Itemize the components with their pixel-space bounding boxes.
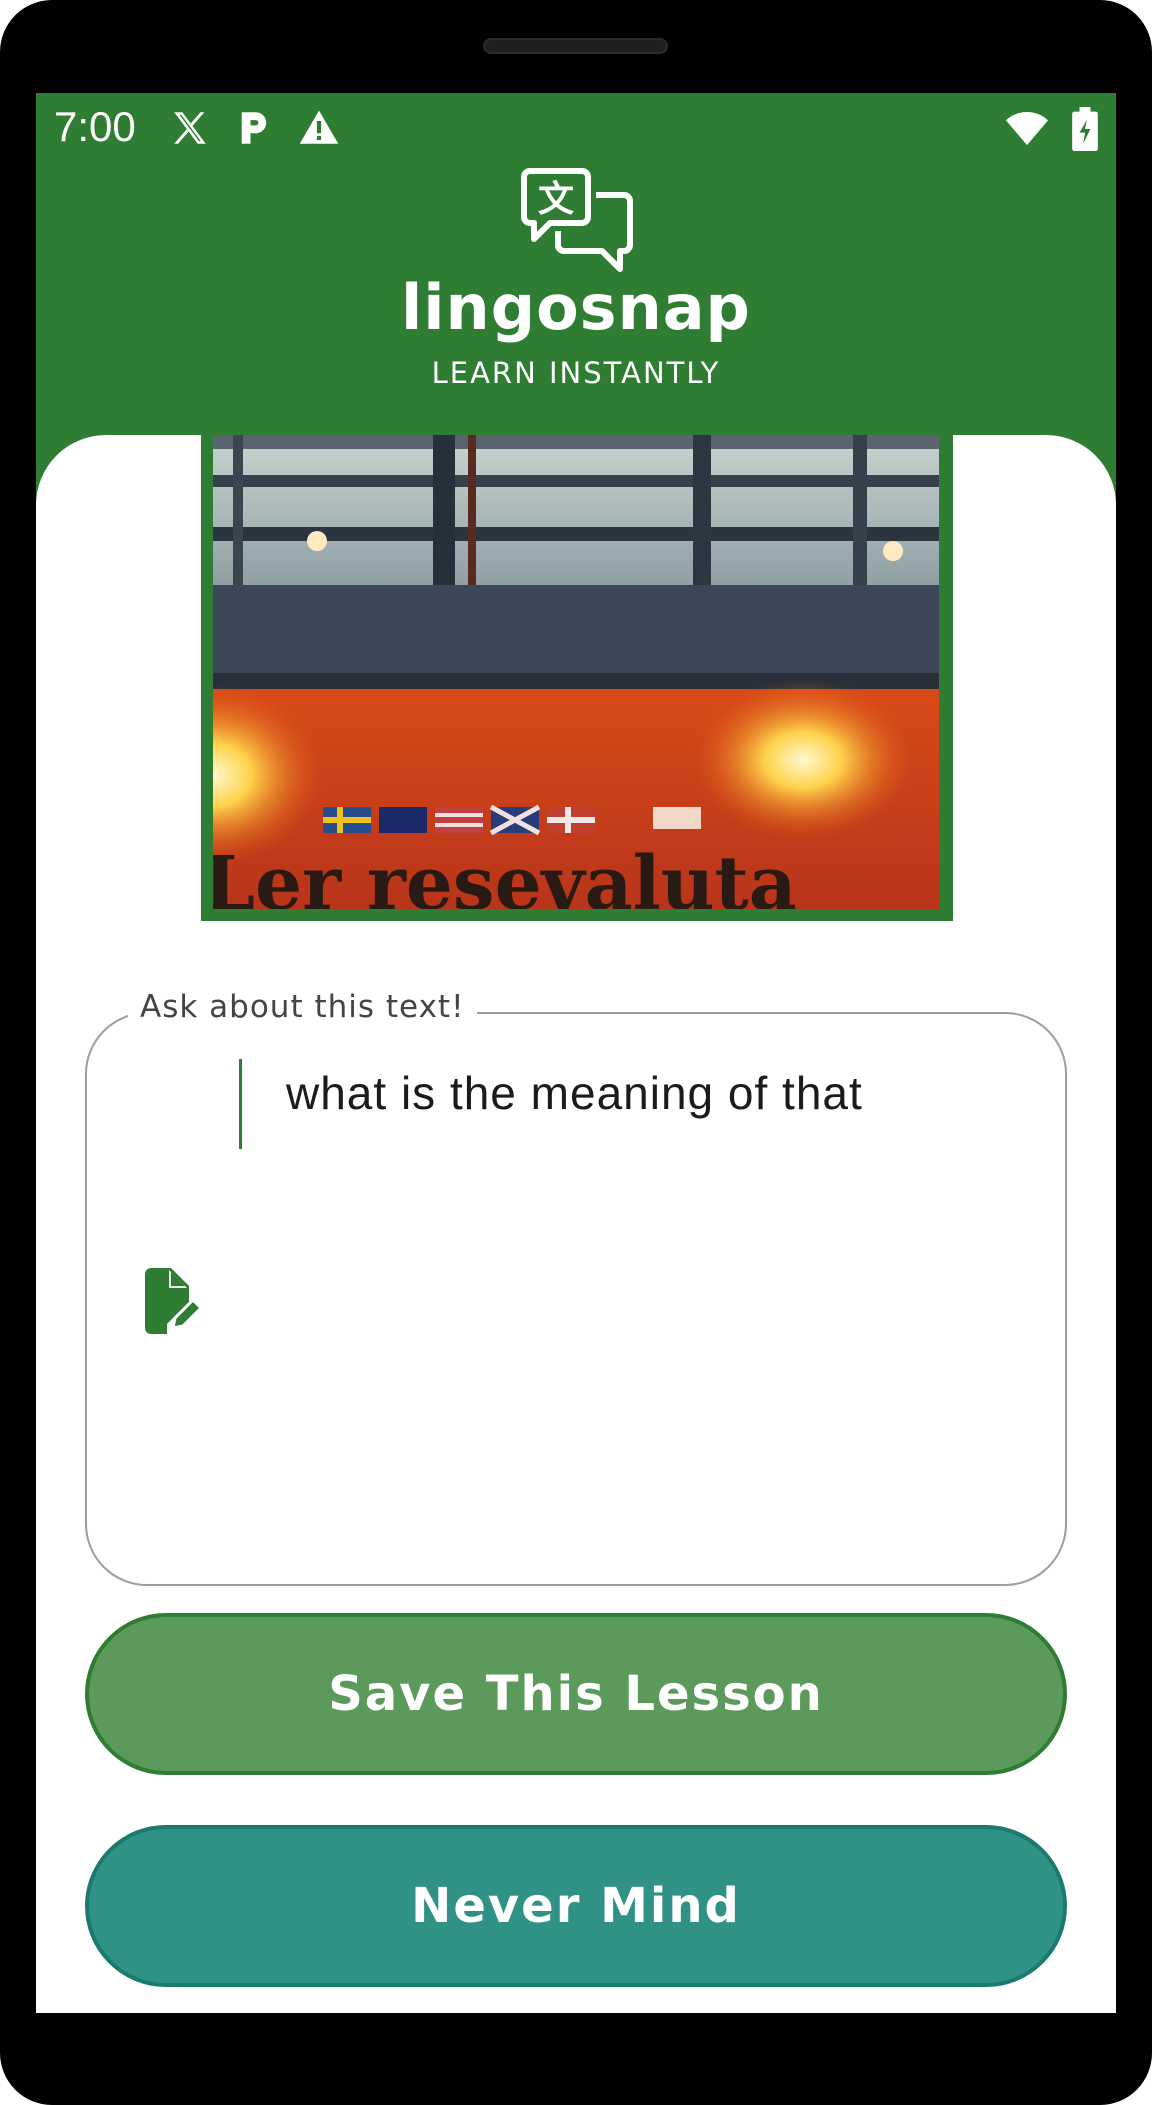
warning-icon bbox=[299, 110, 339, 144]
question-field-label: Ask about this text! bbox=[128, 989, 477, 1025]
battery-charging-icon bbox=[1072, 107, 1098, 151]
translate-chat-bubbles-icon: 文 bbox=[521, 168, 633, 272]
captured-photo-image: Ler resevaluta bbox=[213, 435, 939, 909]
x-logo-icon bbox=[174, 112, 206, 144]
earpiece-speaker bbox=[483, 38, 668, 54]
wifi-icon bbox=[1006, 111, 1048, 146]
parking-icon bbox=[241, 112, 267, 144]
question-input-text[interactable]: what is the meaning of that bbox=[286, 1066, 863, 1120]
brand-name: lingosnap bbox=[401, 271, 751, 344]
never-mind-button[interactable]: Never Mind bbox=[85, 1825, 1067, 1987]
phone-frame: 7:00 文 lingosnap LEARN INSTANTLY Ler res… bbox=[0, 0, 1152, 2105]
text-cursor bbox=[239, 1059, 242, 1149]
photo-scene: Ler resevaluta bbox=[213, 435, 939, 909]
save-lesson-button[interactable]: Save This Lesson bbox=[85, 1613, 1067, 1775]
status-bar: 7:00 bbox=[36, 93, 1116, 165]
edit-note-icon[interactable] bbox=[141, 1268, 203, 1334]
svg-text:文: 文 bbox=[538, 179, 574, 220]
app-screen: 7:00 文 lingosnap LEARN INSTANTLY Ler res… bbox=[36, 93, 1116, 2013]
captured-photo[interactable]: Ler resevaluta bbox=[201, 435, 953, 921]
photo-sign-text: Ler resevaluta bbox=[213, 841, 797, 909]
status-time: 7:00 bbox=[54, 103, 136, 150]
brand-tagline: LEARN INSTANTLY bbox=[431, 356, 721, 390]
